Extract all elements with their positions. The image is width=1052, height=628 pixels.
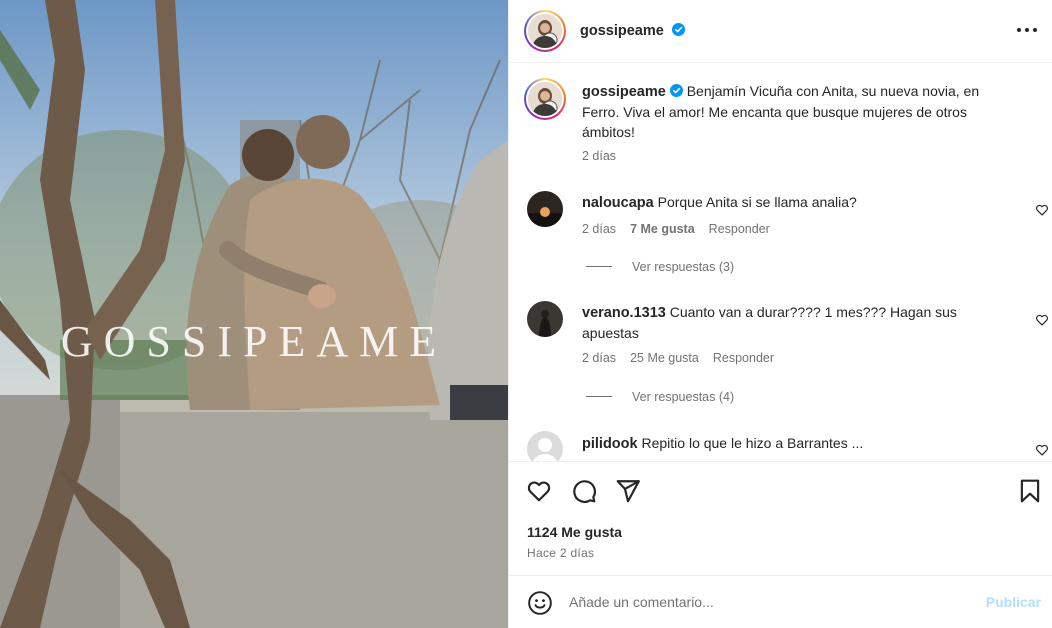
- comment-icon[interactable]: [571, 478, 597, 504]
- comment-meta: 2 días 25 Me gusta Responder: [582, 351, 774, 365]
- emoji-icon[interactable]: [527, 590, 553, 616]
- replies-divider: [586, 396, 612, 397]
- comment-likes[interactable]: 7 Me gusta: [630, 222, 695, 236]
- comment-body: pilidook Repitio lo que le hizo a Barran…: [582, 433, 987, 454]
- caption-verified-badge-icon: [669, 84, 683, 97]
- post-image[interactable]: GOSSIPEAME: [0, 0, 508, 628]
- caption-author-avatar[interactable]: [524, 78, 566, 120]
- comment-meta: 2 días 7 Me gusta Responder: [582, 222, 770, 236]
- comment-body: verano.1313 Cuanto van a durar???? 1 mes…: [582, 302, 987, 343]
- comment-time: 2 días: [582, 222, 617, 236]
- author-username[interactable]: gossipeame: [580, 23, 664, 39]
- bookmark-icon[interactable]: [1017, 478, 1043, 504]
- commenter-avatar-image: [527, 301, 563, 337]
- caption-body: gossipeame Benjamín Vicuña con Anita, su…: [582, 81, 987, 142]
- heart-icon[interactable]: [526, 478, 552, 504]
- commenter-avatar[interactable]: [527, 431, 563, 461]
- comment-like-heart-icon[interactable]: [1035, 443, 1049, 457]
- default-avatar-icon: [527, 431, 563, 461]
- caption: gossipeame Benjamín Vicuña con Anita, su…: [524, 78, 1027, 168]
- comment-username[interactable]: naloucapa: [582, 195, 654, 211]
- post-side-panel: gossipeame gossipeame Benjamín Vicuña co…: [508, 0, 1052, 628]
- comment-username[interactable]: verano.1313: [582, 305, 666, 321]
- reply-button[interactable]: Responder: [709, 222, 770, 236]
- share-icon[interactable]: [615, 478, 641, 504]
- commenter-avatar[interactable]: [527, 301, 563, 337]
- post-header: gossipeame: [509, 0, 1052, 63]
- caption-avatar-image: [528, 82, 562, 116]
- comment-item: verano.1313 Cuanto van a durar???? 1 mes…: [527, 301, 1049, 404]
- view-replies-label: Ver respuestas (4): [632, 390, 735, 404]
- comment-like-heart-icon[interactable]: [1035, 203, 1049, 217]
- verified-badge-icon: [672, 23, 686, 36]
- comment-likes[interactable]: 25 Me gusta: [630, 351, 699, 365]
- watermark-text: GOSSIPEAME: [60, 317, 448, 366]
- comment-item: naloucapa Porque Anita si se llama anali…: [527, 191, 1049, 291]
- comment-input[interactable]: [569, 592, 949, 612]
- view-replies-button[interactable]: Ver respuestas (4): [586, 390, 734, 404]
- comment-time: 2 días: [582, 351, 617, 365]
- author-avatar-image: [528, 14, 562, 48]
- add-comment-bar: Publicar: [509, 575, 1052, 628]
- post-photo: [0, 0, 508, 628]
- comment-item: pilidook Repitio lo que le hizo a Barran…: [527, 431, 1049, 461]
- reply-button[interactable]: Responder: [713, 351, 774, 365]
- post-timestamp: Hace 2 días: [527, 546, 595, 560]
- comment-text: Porque Anita si se llama analia?: [657, 194, 857, 210]
- more-options-button[interactable]: [1017, 20, 1039, 40]
- likes-count[interactable]: 1124 Me gusta: [527, 524, 622, 540]
- caption-time: 2 días: [582, 149, 617, 163]
- comments-list[interactable]: gossipeame Benjamín Vicuña con Anita, su…: [509, 63, 1052, 461]
- commenter-avatar-image: [527, 191, 563, 227]
- commenter-avatar[interactable]: [527, 191, 563, 227]
- replies-divider: [586, 266, 612, 267]
- post-actions: 1124 Me gusta Hace 2 días: [509, 461, 1052, 575]
- view-replies-button[interactable]: Ver respuestas (3): [586, 260, 734, 274]
- caption-username[interactable]: gossipeame: [582, 84, 666, 100]
- comment-username[interactable]: pilidook: [582, 436, 638, 452]
- comment-text: Repitio lo que le hizo a Barrantes ...: [641, 435, 864, 451]
- comment-body: naloucapa Porque Anita si se llama anali…: [582, 192, 987, 213]
- author-avatar[interactable]: [524, 10, 566, 52]
- comment-like-heart-icon[interactable]: [1035, 313, 1049, 327]
- view-replies-label: Ver respuestas (3): [632, 260, 735, 274]
- publish-button[interactable]: Publicar: [986, 594, 1041, 610]
